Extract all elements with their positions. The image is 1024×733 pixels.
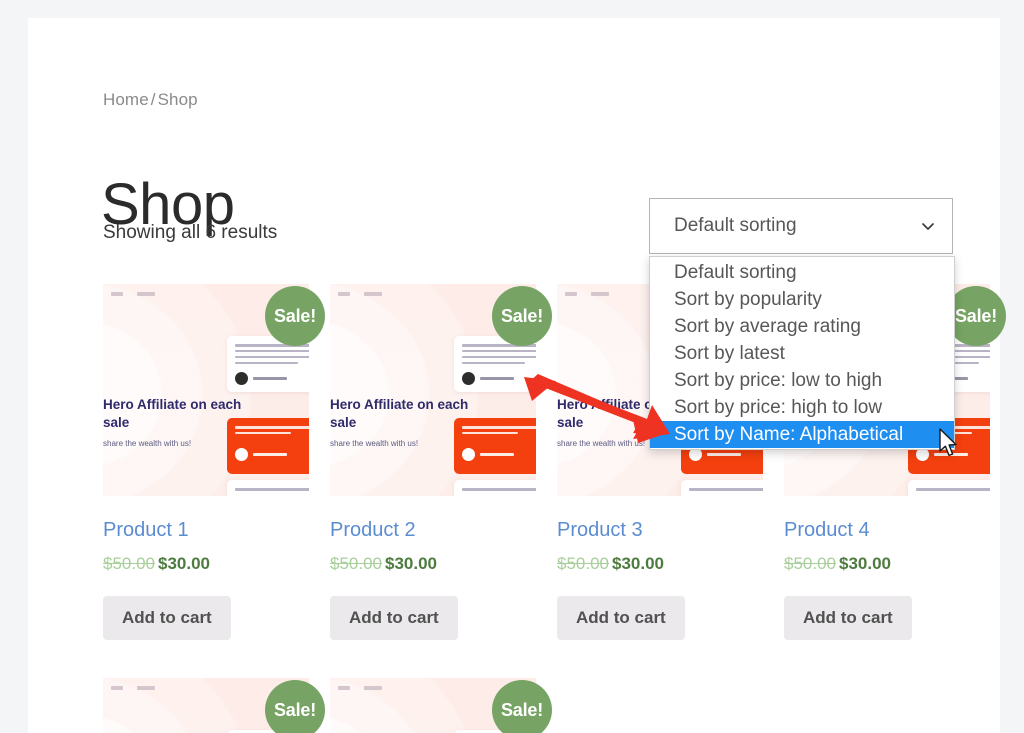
artwork-topbar xyxy=(338,686,382,690)
artwork-highlight-card xyxy=(227,418,309,474)
product-price: $50.00 $30.00 xyxy=(557,553,763,574)
sale-badge: Sale! xyxy=(265,286,325,346)
artwork-topbar xyxy=(338,292,382,296)
add-to-cart-button[interactable]: Add to cart xyxy=(784,596,912,640)
add-to-cart-button[interactable]: Add to cart xyxy=(330,596,458,640)
sorting-option-popularity[interactable]: Sort by popularity xyxy=(650,286,954,313)
artwork-testimonial-card-2 xyxy=(908,480,990,496)
price-sale: $30.00 xyxy=(158,554,210,573)
add-to-cart-button[interactable]: Add to cart xyxy=(557,596,685,640)
breadcrumb-separator: / xyxy=(150,90,156,109)
sale-badge: Sale! xyxy=(492,680,552,733)
product-card: Hero Affiliate on each sale share the we… xyxy=(103,678,325,733)
product-price: $50.00 $30.00 xyxy=(103,553,309,574)
artwork-topbar xyxy=(565,292,609,296)
sale-badge: Sale! xyxy=(492,286,552,346)
product-row: Hero Affiliate on each sale share the we… xyxy=(103,678,953,733)
artwork-headline: Hero Affiliate on each sale xyxy=(103,397,242,430)
product-card: Hero Affiliate on each sale share the we… xyxy=(330,284,552,640)
sorting-select[interactable]: Default sorting xyxy=(649,198,953,254)
product-card: Hero Affiliate on each sale share the we… xyxy=(330,678,552,733)
sorting-option-price-low-high[interactable]: Sort by price: low to high xyxy=(650,367,954,394)
price-sale: $30.00 xyxy=(839,554,891,573)
product-title[interactable]: Product 4 xyxy=(784,518,990,542)
browser-viewport: Home / Shop Shop Showing all 6 results Her… xyxy=(0,0,1024,733)
price-original: $50.00 xyxy=(103,554,155,573)
sorting-option-average-rating[interactable]: Sort by average rating xyxy=(650,313,954,340)
artwork-testimonial-card-2 xyxy=(681,480,763,496)
price-original: $50.00 xyxy=(330,554,382,573)
breadcrumb-current-shop: Shop xyxy=(157,90,198,109)
breadcrumb: Home / Shop xyxy=(103,90,198,110)
artwork-headline: Hero Affiliate on each sale xyxy=(330,397,469,430)
sorting-option-price-high-low[interactable]: Sort by price: high to low xyxy=(650,394,954,421)
chevron-down-icon xyxy=(922,223,934,230)
sorting-option-default-sorting[interactable]: Default sorting xyxy=(650,259,954,286)
artwork-highlight-card xyxy=(454,418,536,474)
price-sale: $30.00 xyxy=(385,554,437,573)
sorting-select-value: Default sorting xyxy=(674,215,797,236)
sorting-options-list[interactable]: Default sorting Sort by popularity Sort … xyxy=(649,256,955,450)
breadcrumb-link-home[interactable]: Home xyxy=(103,90,149,109)
sorting-option-name-alphabetical[interactable]: Sort by Name: Alphabetical xyxy=(650,421,954,448)
price-original: $50.00 xyxy=(784,554,836,573)
product-price: $50.00 $30.00 xyxy=(784,553,990,574)
product-title[interactable]: Product 1 xyxy=(103,518,309,542)
result-count: Showing all 6 results xyxy=(103,222,278,243)
price-sale: $30.00 xyxy=(612,554,664,573)
product-title[interactable]: Product 3 xyxy=(557,518,763,542)
sale-badge: Sale! xyxy=(265,680,325,733)
sale-badge: Sale! xyxy=(946,286,1006,346)
artwork-topbar xyxy=(111,292,155,296)
artwork-topbar xyxy=(111,686,155,690)
artwork-testimonial-card-2 xyxy=(454,480,536,496)
product-title[interactable]: Product 2 xyxy=(330,518,536,542)
product-price: $50.00 $30.00 xyxy=(330,553,536,574)
add-to-cart-button[interactable]: Add to cart xyxy=(103,596,231,640)
sorting-option-latest[interactable]: Sort by latest xyxy=(650,340,954,367)
price-original: $50.00 xyxy=(557,554,609,573)
artwork-testimonial-card-2 xyxy=(227,480,309,496)
product-card: Hero Affiliate on each sale share the we… xyxy=(103,284,325,640)
